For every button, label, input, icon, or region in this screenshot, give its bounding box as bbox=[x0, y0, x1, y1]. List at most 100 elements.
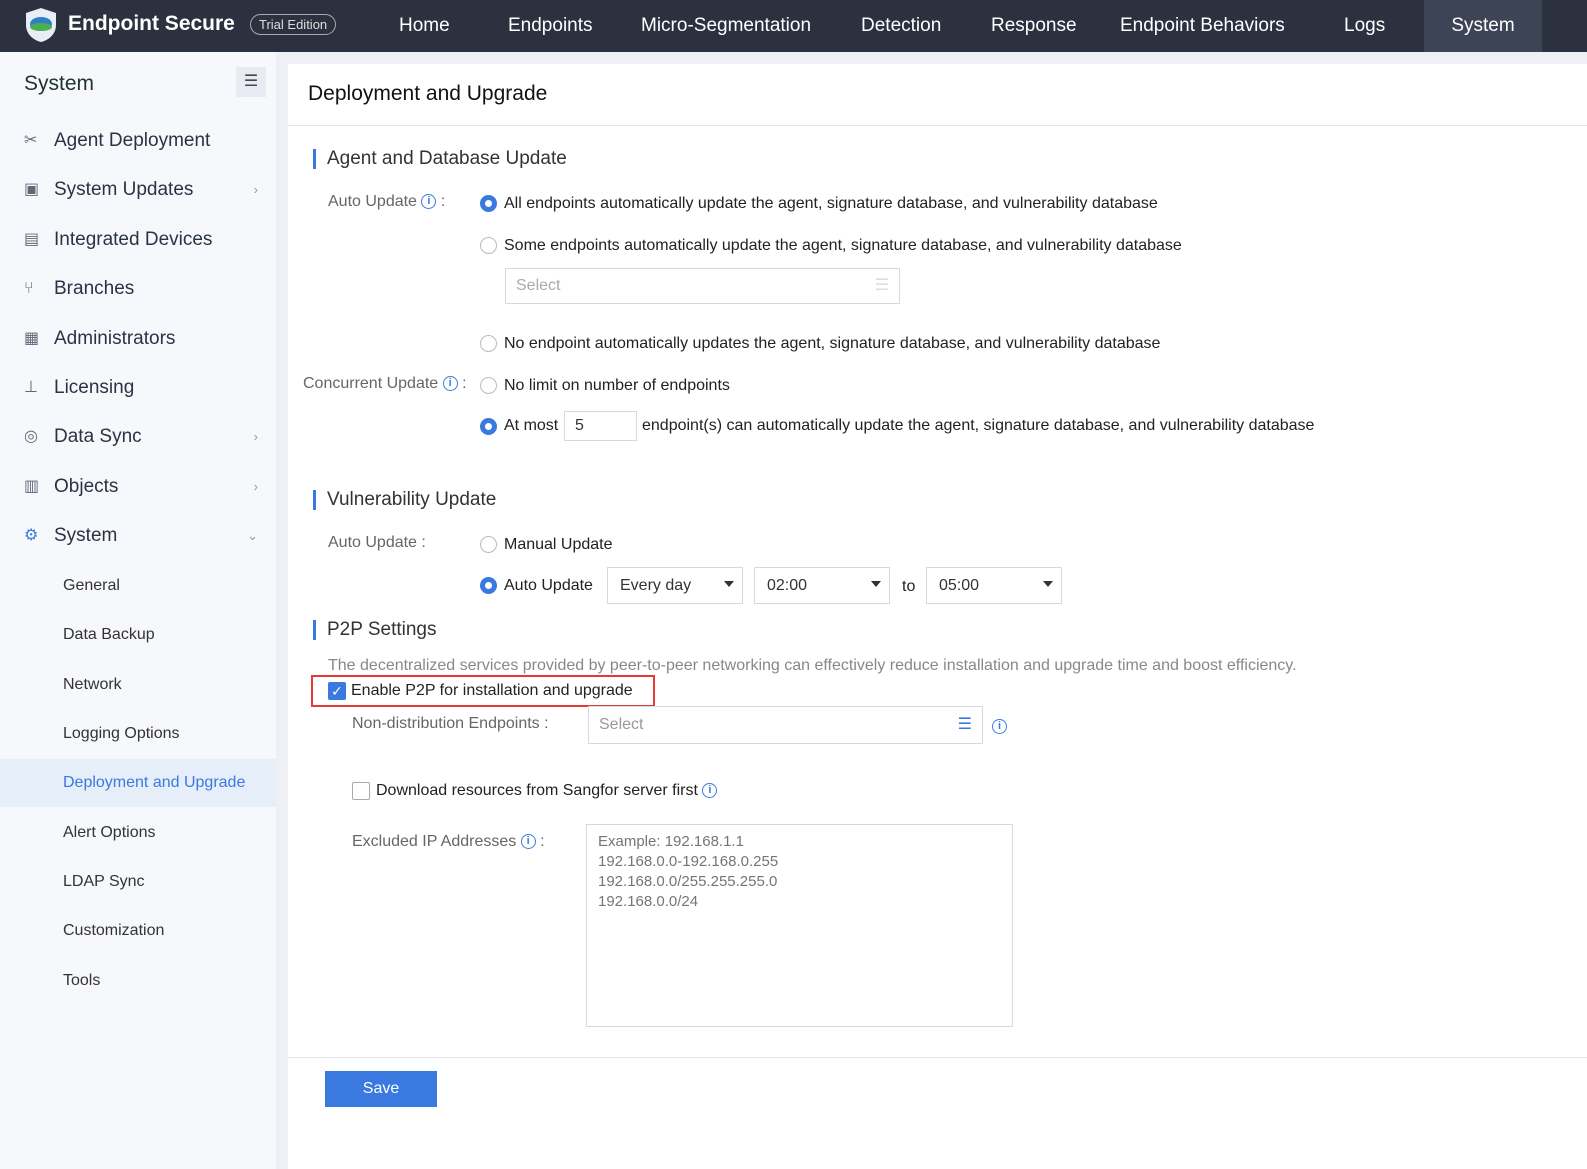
info-icon[interactable]: i bbox=[442, 376, 458, 392]
radio-at-most[interactable] bbox=[480, 418, 497, 435]
concurrent-update-label: Concurrent Update i : bbox=[303, 375, 467, 392]
collapse-sidebar-icon[interactable]: ☰ bbox=[236, 67, 266, 97]
endpoint-select[interactable]: Select ☰ bbox=[505, 268, 900, 304]
content-card: Deployment and Upgrade Agent and Databas… bbox=[288, 64, 1587, 1169]
nav-detection[interactable]: Detection bbox=[837, 0, 965, 52]
frequency-dropdown[interactable]: Every day bbox=[607, 567, 743, 604]
label-text: Concurrent Update bbox=[303, 375, 439, 392]
sidebar-item-system[interactable]: ⚙ System ⌄ bbox=[0, 512, 276, 560]
excluded-ip-label: Excluded IP Addresses i : bbox=[352, 833, 545, 850]
radio-manual-update[interactable] bbox=[480, 536, 497, 553]
sidebar-item-agent-deployment[interactable]: ✂ Agent Deployment bbox=[0, 117, 276, 165]
label-text: Excluded IP Addresses bbox=[352, 833, 517, 850]
sidebar-item-objects[interactable]: ▥ Objects › bbox=[0, 463, 276, 511]
sidebar-sub-data-backup[interactable]: Data Backup bbox=[0, 611, 276, 659]
section-p2p-settings: P2P Settings bbox=[313, 620, 437, 640]
sidebar-sub-alert-options[interactable]: Alert Options bbox=[0, 809, 276, 857]
sidebar-item-data-sync[interactable]: ◎ Data Sync › bbox=[0, 413, 276, 461]
end-time-dropdown[interactable]: 05:00 bbox=[926, 567, 1062, 604]
radio-auto-update[interactable] bbox=[480, 577, 497, 594]
nav-endpoints[interactable]: Endpoints bbox=[484, 0, 617, 52]
info-icon[interactable]: i bbox=[421, 194, 437, 210]
dropdown-value: Every day bbox=[620, 577, 692, 594]
label-text: Download resources from Sangfor server f… bbox=[376, 782, 698, 799]
radio-no-limit-label: No limit on number of endpoints bbox=[504, 377, 730, 394]
info-icon[interactable]: i bbox=[520, 834, 536, 850]
divider bbox=[288, 1057, 1587, 1058]
nav-home[interactable]: Home bbox=[375, 0, 474, 52]
sidebar-item-label: Integrated Devices bbox=[54, 229, 213, 250]
non-distribution-select[interactable]: Select ☰ bbox=[588, 706, 983, 744]
info-icon[interactable]: i bbox=[702, 783, 718, 799]
info-icon[interactable]: i bbox=[992, 719, 1007, 734]
sidebar-title: System bbox=[24, 72, 95, 95]
dropdown-value: 02:00 bbox=[767, 577, 808, 594]
enable-p2p-checkbox[interactable]: ✓ bbox=[328, 682, 346, 700]
license-icon: ⊥ bbox=[24, 379, 38, 396]
sidebar-sub-general[interactable]: General bbox=[0, 562, 276, 610]
sidebar-sub-tools[interactable]: Tools bbox=[0, 957, 276, 1005]
objects-icon: ▥ bbox=[24, 478, 40, 495]
to-label: to bbox=[902, 578, 916, 595]
excluded-ip-textarea[interactable] bbox=[586, 824, 1013, 1027]
vuln-auto-update-label: Auto Update : bbox=[328, 534, 426, 551]
section-vulnerability-update: Vulnerability Update bbox=[313, 490, 496, 510]
chevron-down-icon: ⌄ bbox=[247, 528, 258, 543]
dropdown-value: 05:00 bbox=[939, 577, 980, 594]
manual-update-label: Manual Update bbox=[504, 536, 613, 553]
nav-logs[interactable]: Logs bbox=[1320, 0, 1409, 52]
sidebar-item-label: Licensing bbox=[54, 377, 135, 398]
save-button[interactable]: Save bbox=[325, 1071, 437, 1107]
sidebar-item-label: Objects bbox=[54, 476, 119, 497]
sidebar-sub-logging-options[interactable]: Logging Options bbox=[0, 710, 276, 758]
sidebar-sub-network[interactable]: Network bbox=[0, 661, 276, 709]
sidebar-item-label: System bbox=[54, 525, 118, 546]
page-title: Deployment and Upgrade bbox=[308, 82, 548, 105]
start-time-dropdown[interactable]: 02:00 bbox=[754, 567, 890, 604]
sidebar-sub-ldap-sync[interactable]: LDAP Sync bbox=[0, 858, 276, 906]
brand-name: Endpoint Secure bbox=[68, 12, 235, 35]
edition-badge: Trial Edition bbox=[250, 14, 337, 35]
nav-response[interactable]: Response bbox=[967, 0, 1101, 52]
sidebar-item-system-updates[interactable]: ▣ System Updates › bbox=[0, 166, 276, 214]
nav-system[interactable]: System bbox=[1424, 0, 1542, 52]
list-icon: ☰ bbox=[874, 277, 889, 294]
radio-no-limit[interactable] bbox=[480, 377, 497, 394]
sidebar-item-licensing[interactable]: ⊥ Licensing bbox=[0, 364, 276, 412]
at-most-label: At most bbox=[504, 417, 559, 434]
non-distribution-label: Non-distribution Endpoints : bbox=[352, 715, 549, 732]
p2p-description: The decentralized services provided by p… bbox=[328, 657, 1297, 674]
auto-update-option-label: Auto Update bbox=[504, 577, 593, 594]
sidebar-item-label: Administrators bbox=[54, 328, 176, 349]
sync-icon: ◎ bbox=[24, 428, 38, 445]
chevron-right-icon: › bbox=[253, 479, 258, 494]
enable-p2p-label: Enable P2P for installation and upgrade bbox=[351, 682, 633, 699]
radio-no-endpoint[interactable] bbox=[480, 335, 497, 352]
download-first-label: Download resources from Sangfor server f… bbox=[376, 782, 718, 800]
chevron-right-icon: › bbox=[253, 182, 258, 197]
list-icon: ☰ bbox=[957, 716, 972, 733]
radio-no-label: No endpoint automatically updates the ag… bbox=[504, 335, 1161, 352]
radio-some-label: Some endpoints automatically update the … bbox=[504, 237, 1182, 254]
caret-down-icon bbox=[871, 581, 881, 587]
radio-some-endpoints[interactable] bbox=[480, 237, 497, 254]
auto-update-label: Auto Update i : bbox=[328, 193, 446, 210]
max-endpoints-input[interactable]: 5 bbox=[564, 411, 637, 441]
nav-micro-segmentation[interactable]: Micro-Segmentation bbox=[617, 0, 835, 52]
download-first-checkbox[interactable] bbox=[352, 782, 370, 800]
gear-icon: ⚙ bbox=[24, 527, 39, 544]
sidebar-item-label: System Updates bbox=[54, 179, 194, 200]
sidebar-sub-deployment-and-upgrade[interactable]: Deployment and Upgrade bbox=[0, 759, 276, 807]
chevron-right-icon: › bbox=[253, 429, 258, 444]
section-agent-update: Agent and Database Update bbox=[313, 149, 567, 169]
sidebar-item-administrators[interactable]: ▦ Administrators bbox=[0, 315, 276, 363]
sidebar-sub-customization[interactable]: Customization bbox=[0, 907, 276, 955]
sidebar-item-label: Branches bbox=[54, 278, 135, 299]
radio-all-endpoints[interactable] bbox=[480, 195, 497, 212]
select-placeholder: Select bbox=[599, 716, 644, 733]
sidebar-item-integrated-devices[interactable]: ▤ Integrated Devices bbox=[0, 216, 276, 264]
sidebar-item-branches[interactable]: ⑂ Branches bbox=[0, 265, 276, 313]
branch-icon: ⑂ bbox=[24, 280, 34, 297]
nav-endpoint-behaviors[interactable]: Endpoint Behaviors bbox=[1096, 0, 1309, 52]
label-text: Auto Update bbox=[328, 193, 417, 210]
